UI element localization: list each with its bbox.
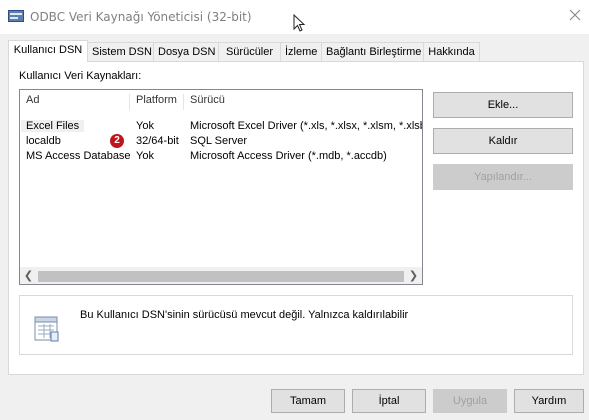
scroll-right-icon[interactable]: ❯ [405, 268, 422, 284]
list-header: Ad Platform Sürücü [20, 90, 422, 112]
apply-button[interactable]: Uygula [433, 389, 507, 413]
window-title: ODBC Veri Kaynağı Yöneticisi (32-bit) [30, 10, 252, 24]
tab-file-dsn[interactable]: Dosya DSN [153, 42, 219, 61]
row-name: localdb [26, 135, 61, 147]
close-icon[interactable] [567, 7, 583, 23]
info-box: Bu Kullanıcı DSN'sinin sürücüsü mevcut d… [19, 295, 573, 355]
mouse-cursor-icon [293, 14, 306, 32]
column-header-driver[interactable]: Sürücü [184, 94, 422, 110]
table-row[interactable]: MS Access Database Yok Microsoft Access … [20, 150, 422, 164]
database-document-icon [34, 316, 59, 342]
add-button[interactable]: Ekle... [433, 92, 573, 118]
help-button[interactable]: Yardım [514, 389, 584, 413]
tab-connection-pooling[interactable]: Bağlantı Birleştirme [321, 42, 424, 61]
section-label: Kullanıcı Veri Kaynakları: [19, 70, 142, 82]
configure-button[interactable]: Yapılandır... [433, 164, 573, 190]
info-message: Bu Kullanıcı DSN'sinin sürücüsü mevcut d… [80, 309, 409, 321]
row-platform: Yok [136, 120, 154, 132]
data-source-list[interactable]: Ad Platform Sürücü Excel Files Yok Micro… [19, 89, 423, 285]
tab-drivers[interactable]: Sürücüler [218, 42, 281, 61]
row-platform: 32/64-bit [136, 135, 179, 147]
row-driver: Microsoft Access Driver (*.mdb, *.accdb) [190, 150, 387, 162]
tab-system-dsn[interactable]: Sistem DSN [87, 42, 154, 61]
cancel-button[interactable]: İptal [352, 389, 426, 413]
tab-about[interactable]: Hakkında [423, 42, 480, 61]
tab-user-dsn[interactable]: Kullanıcı DSN [8, 40, 88, 62]
odbc-app-icon [8, 10, 24, 22]
tab-panel-user-dsn: Kullanıcı Veri Kaynakları: Ad Platform S… [8, 61, 584, 375]
row-platform: Yok [136, 150, 154, 162]
horizontal-scrollbar[interactable]: ❮ ❯ [20, 267, 422, 284]
row-driver: Microsoft Excel Driver (*.xls, *.xlsx, *… [190, 120, 423, 132]
row-name: MS Access Database [26, 150, 131, 162]
table-row[interactable]: localdb 2 32/64-bit SQL Server [20, 134, 422, 149]
ok-button[interactable]: Tamam [271, 389, 345, 413]
column-header-platform[interactable]: Platform [130, 94, 184, 110]
row-name: Excel Files [21, 120, 85, 132]
tab-tracing[interactable]: İzleme [280, 42, 322, 61]
table-row[interactable]: Excel Files Yok Microsoft Excel Driver (… [20, 120, 422, 134]
column-header-name[interactable]: Ad [20, 94, 130, 110]
scroll-thumb[interactable] [38, 271, 404, 282]
scroll-left-icon[interactable]: ❮ [20, 268, 37, 284]
step-number-badge: 2 [110, 134, 124, 148]
dialog-body: Kullanıcı DSN Sistem DSN Dosya DSN Sürüc… [0, 34, 589, 420]
remove-button[interactable]: Kaldır [433, 128, 573, 154]
row-driver: SQL Server [190, 135, 248, 147]
title-bar: ODBC Veri Kaynağı Yöneticisi (32-bit) [0, 0, 589, 34]
